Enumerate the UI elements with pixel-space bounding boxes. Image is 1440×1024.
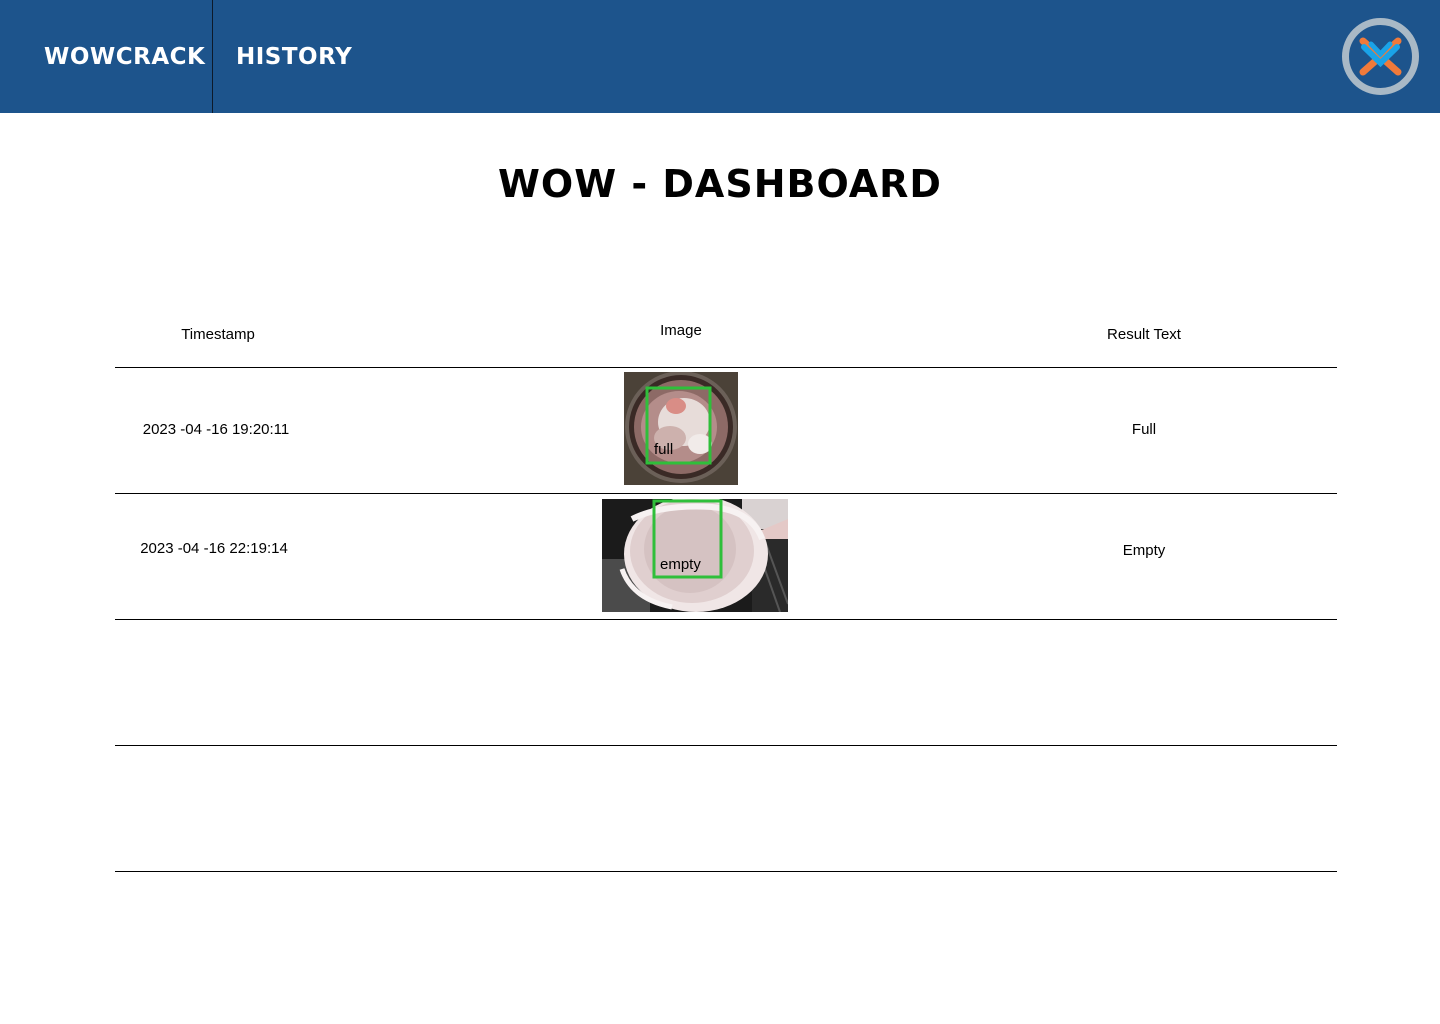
- table-divider: [115, 871, 1337, 872]
- bin-full-photo: [624, 372, 738, 485]
- row-2-detection-image[interactable]: empty: [602, 499, 788, 612]
- nav-brand-wowcrack[interactable]: WOWCRACK: [44, 0, 205, 113]
- row-1-result-text: Full: [1131, 421, 1157, 438]
- column-header-timestamp: Timestamp: [181, 326, 255, 343]
- nav-divider: [212, 0, 213, 113]
- page-title: WOW - DASHBOARD: [498, 162, 942, 206]
- row-2-timestamp: 2023 -04 -16 22:19:14: [140, 540, 288, 557]
- row-1-detection-label: full: [654, 441, 674, 458]
- table-divider: [115, 493, 1337, 494]
- crossed-x-logo-icon[interactable]: [1341, 17, 1420, 96]
- nav-history-link[interactable]: HISTORY: [236, 0, 352, 113]
- top-navigation-bar: WOWCRACK HISTORY: [0, 0, 1440, 113]
- table-divider: [115, 745, 1337, 746]
- table-divider: [115, 367, 1337, 368]
- row-1-timestamp: 2023 -04 -16 19:20:11: [142, 421, 290, 438]
- column-header-image: Image: [660, 322, 702, 339]
- column-header-result-text: Result Text: [1107, 326, 1181, 343]
- table-divider: [115, 619, 1337, 620]
- row-2-detection-label: empty: [660, 556, 701, 573]
- row-1-detection-image[interactable]: full: [624, 372, 738, 485]
- row-2-result-text: Empty: [1122, 542, 1166, 559]
